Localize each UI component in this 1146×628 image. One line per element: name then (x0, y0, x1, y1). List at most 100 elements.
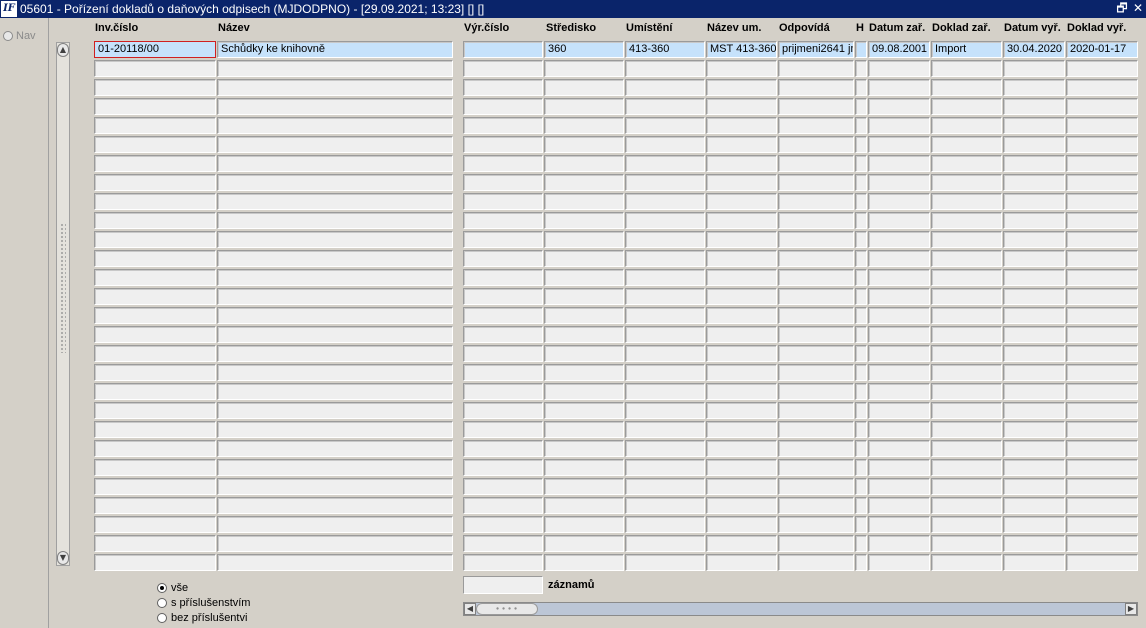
cell-datum-vyr[interactable] (1003, 516, 1065, 533)
cell-nazev[interactable] (217, 402, 453, 419)
cell-vyr-cislo[interactable] (463, 326, 543, 343)
cell-inv-cislo[interactable] (94, 383, 216, 400)
cell-h[interactable] (855, 212, 867, 229)
cell-datum-vyr[interactable] (1003, 535, 1065, 552)
restore-window-icon[interactable]: 🗗 (1115, 1, 1129, 15)
cell-h[interactable] (855, 440, 867, 457)
horizontal-scrollbar[interactable]: ◀ ∙∙∙∙ ▶ (463, 602, 1138, 616)
cell-vyr-cislo[interactable] (463, 98, 543, 115)
cell-datum-vyr[interactable] (1003, 155, 1065, 172)
cell-nazev-um[interactable] (706, 193, 777, 210)
cell-doklad-vyr[interactable] (1066, 516, 1138, 533)
cell-h[interactable] (855, 554, 867, 571)
cell-doklad-zar[interactable] (931, 554, 1002, 571)
cell-h[interactable] (855, 402, 867, 419)
cell-nazev[interactable] (217, 497, 453, 514)
cell-nazev-um[interactable] (706, 535, 777, 552)
cell-umisteni[interactable] (625, 345, 705, 362)
cell-odpovida[interactable] (778, 250, 854, 267)
cell-odpovida[interactable] (778, 269, 854, 286)
cell-h[interactable] (855, 478, 867, 495)
cell-inv-cislo[interactable] (94, 554, 216, 571)
cell-odpovida[interactable] (778, 554, 854, 571)
cell-doklad-vyr[interactable] (1066, 535, 1138, 552)
cell-inv-cislo[interactable] (94, 516, 216, 533)
cell-doklad-zar[interactable] (931, 326, 1002, 343)
cell-h[interactable] (855, 497, 867, 514)
cell-nazev[interactable] (217, 269, 453, 286)
cell-inv-cislo[interactable] (94, 364, 216, 381)
cell-datum-zar[interactable] (868, 440, 930, 457)
cell-vyr-cislo[interactable] (463, 155, 543, 172)
cell-umisteni[interactable] (625, 421, 705, 438)
cell-doklad-vyr[interactable] (1066, 79, 1138, 96)
cell-odpovida[interactable] (778, 98, 854, 115)
cell-doklad-vyr[interactable] (1066, 307, 1138, 324)
cell-datum-zar[interactable] (868, 231, 930, 248)
cell-umisteni[interactable] (625, 212, 705, 229)
scroll-down-icon[interactable]: ▼ (57, 551, 69, 565)
cell-h[interactable] (855, 326, 867, 343)
cell-odpovida[interactable] (778, 326, 854, 343)
cell-inv-cislo[interactable] (94, 98, 216, 115)
cell-nazev[interactable] (217, 98, 453, 115)
cell-umisteni[interactable] (625, 98, 705, 115)
cell-nazev[interactable] (217, 326, 453, 343)
cell-nazev-um[interactable] (706, 383, 777, 400)
cell-inv-cislo[interactable] (94, 79, 216, 96)
cell-nazev-um[interactable] (706, 497, 777, 514)
cell-h[interactable] (855, 117, 867, 134)
cell-nazev-um[interactable] (706, 554, 777, 571)
cell-datum-vyr[interactable] (1003, 193, 1065, 210)
horizontal-scroll-thumb[interactable]: ∙∙∙∙ (476, 603, 538, 615)
cell-nazev-um[interactable] (706, 174, 777, 191)
cell-umisteni[interactable] (625, 288, 705, 305)
cell-datum-vyr[interactable] (1003, 269, 1065, 286)
cell-doklad-zar[interactable] (931, 364, 1002, 381)
cell-nazev[interactable] (217, 307, 453, 324)
nav-toggle[interactable]: Nav (3, 30, 36, 42)
cell-odpovida[interactable] (778, 212, 854, 229)
cell-doklad-vyr[interactable] (1066, 402, 1138, 419)
cell-umisteni[interactable] (625, 250, 705, 267)
cell-h[interactable] (855, 269, 867, 286)
cell-nazev-um[interactable] (706, 440, 777, 457)
cell-umisteni[interactable] (625, 155, 705, 172)
cell-odpovida[interactable]: prijmeni2641 jm (778, 41, 854, 58)
cell-nazev-um[interactable] (706, 136, 777, 153)
cell-datum-vyr[interactable] (1003, 250, 1065, 267)
close-window-icon[interactable]: ✕ (1131, 1, 1145, 15)
cell-nazev[interactable] (217, 440, 453, 457)
cell-umisteni[interactable] (625, 402, 705, 419)
cell-nazev[interactable] (217, 174, 453, 191)
cell-doklad-vyr[interactable]: 2020-01-17 (1066, 41, 1138, 58)
cell-nazev-um[interactable] (706, 516, 777, 533)
cell-h[interactable] (855, 421, 867, 438)
cell-datum-zar[interactable] (868, 554, 930, 571)
cell-odpovida[interactable] (778, 440, 854, 457)
cell-datum-zar[interactable] (868, 326, 930, 343)
cell-vyr-cislo[interactable] (463, 440, 543, 457)
cell-datum-vyr[interactable] (1003, 136, 1065, 153)
cell-doklad-zar[interactable] (931, 212, 1002, 229)
cell-datum-zar[interactable] (868, 345, 930, 362)
cell-datum-vyr[interactable] (1003, 79, 1065, 96)
cell-inv-cislo[interactable] (94, 288, 216, 305)
cell-datum-vyr[interactable] (1003, 326, 1065, 343)
cell-datum-vyr[interactable] (1003, 497, 1065, 514)
cell-stredisko[interactable] (544, 535, 624, 552)
cell-odpovida[interactable] (778, 155, 854, 172)
cell-datum-zar[interactable] (868, 383, 930, 400)
cell-doklad-vyr[interactable] (1066, 98, 1138, 115)
cell-nazev-um[interactable] (706, 212, 777, 229)
cell-doklad-vyr[interactable] (1066, 136, 1138, 153)
cell-doklad-vyr[interactable] (1066, 383, 1138, 400)
cell-doklad-vyr[interactable] (1066, 117, 1138, 134)
cell-umisteni[interactable] (625, 535, 705, 552)
cell-vyr-cislo[interactable] (463, 421, 543, 438)
cell-datum-vyr[interactable] (1003, 98, 1065, 115)
cell-vyr-cislo[interactable] (463, 383, 543, 400)
cell-nazev[interactable] (217, 345, 453, 362)
cell-nazev-um[interactable] (706, 250, 777, 267)
cell-stredisko[interactable] (544, 288, 624, 305)
